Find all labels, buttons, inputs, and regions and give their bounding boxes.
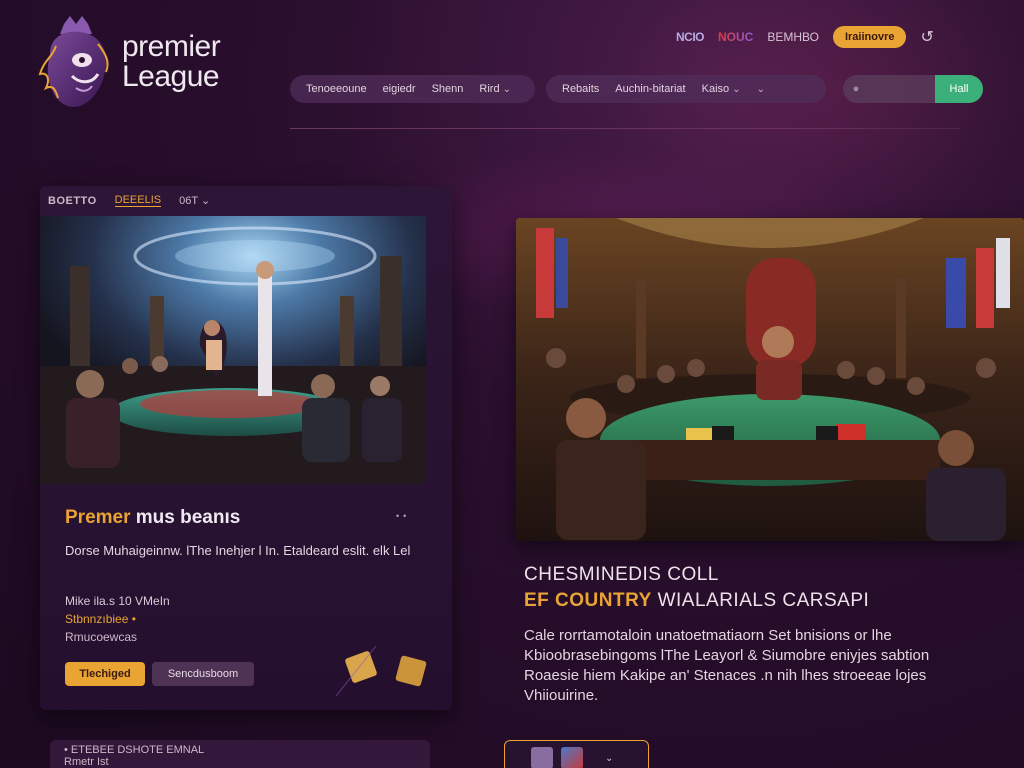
tab-3-label: 06T: [179, 195, 198, 207]
lion-icon: [38, 16, 109, 107]
hero-image[interactable]: [516, 218, 1024, 541]
nav-item-2[interactable]: eigiedr: [383, 83, 416, 95]
cta-button[interactable]: Iraiinovre: [832, 26, 907, 48]
search-button[interactable]: Hall: [935, 75, 983, 103]
top-links: NCIO NOUC ВЕМНВО Iraiinovre ↺: [676, 26, 934, 48]
hero-heading-line-1: CHESMINEDIS COLL: [524, 564, 719, 585]
more-options-icon[interactable]: ••: [396, 511, 410, 521]
profile-icon[interactable]: ↺: [920, 27, 933, 47]
chevron-down-icon: ⌄: [200, 195, 211, 207]
poker-chips-icon: [336, 645, 427, 696]
featured-title-white: mus beanıs: [135, 507, 241, 528]
primary-button[interactable]: Tlechiged: [65, 662, 145, 686]
nav-item-5[interactable]: Rebaits: [562, 83, 599, 95]
card-tabs: BOETTO DEEELIS 06T ⌄: [48, 194, 210, 207]
hero-description: Cale rorrtamotaloin unatoetmatiaorn Set …: [524, 627, 930, 704]
premier-league-logo[interactable]: premier League: [36, 12, 246, 112]
search-bar: ● Hall: [843, 75, 983, 103]
casino-hall-illustration: [516, 218, 1024, 541]
secondary-card-line-1: • ETEBEE DSHOTE EMNAL: [64, 744, 205, 756]
nav-item-7-label: Kaiso: [701, 83, 730, 95]
nav-item-1[interactable]: Tenoeeoune: [306, 83, 367, 95]
search-input[interactable]: [869, 75, 935, 103]
nav-group-1: Tenoeeoune eigiedr Shenn Rird ⌄: [290, 75, 535, 103]
featured-image[interactable]: [40, 216, 426, 484]
featured-title-gold: Premer: [65, 507, 131, 528]
hero-heading-gold: EF COUNTRY: [524, 590, 652, 611]
header-divider: [290, 128, 960, 129]
secondary-card[interactable]: • ETEBEE DSHOTE EMNAL Rmetr Ist: [50, 740, 430, 768]
nav-item-7[interactable]: Kaiso ⌄: [702, 83, 741, 95]
chevron-down-icon[interactable]: ⌄: [605, 753, 613, 764]
hero-heading: CHESMINEDIS COLL EF COUNTRY WIALARIALS C…: [524, 564, 1004, 612]
chevron-down-icon: ⌄: [732, 84, 741, 95]
partner-link-2[interactable]: NOUC: [718, 30, 753, 44]
meta-line-1: Mike ila.s 10 VMeIn: [65, 594, 170, 608]
featured-description: Dorse Muhaigeinnw. lThe Inehjer l In. Et…: [65, 543, 411, 558]
partner-link-3[interactable]: ВЕМНВО: [767, 30, 819, 44]
brand-line-1: premier: [122, 30, 221, 63]
nav-item-6[interactable]: Auchin-bitariat: [615, 83, 685, 95]
casino-scene-illustration: [40, 216, 426, 484]
bottom-selector[interactable]: ⌄: [504, 740, 649, 768]
chevron-down-icon[interactable]: ⌄: [757, 84, 765, 95]
featured-meta: Mike ila.s 10 VMeIn Stbnnzıbiee • Rmucoe…: [65, 592, 170, 646]
featured-title: Premer mus beanıs: [65, 507, 240, 529]
partner-link-1[interactable]: NCIO: [676, 30, 705, 44]
brand-line-2: League: [122, 60, 220, 93]
meta-line-2: Stbnnzıbiee •: [65, 612, 136, 626]
hero-heading-white: WIALARIALS CARSAPI: [657, 590, 870, 611]
search-icon: ●: [852, 83, 860, 95]
tab-logo[interactable]: BOETTO: [48, 195, 97, 207]
tab-active[interactable]: DEEELIS: [114, 194, 162, 207]
hero-heading-line-2: EF COUNTRY WIALARIALS CARSAPI: [524, 590, 1004, 612]
nav-item-3[interactable]: Shenn: [432, 83, 464, 95]
tab-3[interactable]: 06T ⌄: [179, 194, 210, 207]
featured-card[interactable]: BOETTO DEEELIS 06T ⌄ Premer mus beanıs •…: [40, 186, 452, 710]
meta-line-3: Rmucoewcas: [65, 630, 138, 644]
nav-item-4-label: Rird: [479, 83, 500, 95]
thumbnail-1[interactable]: [531, 747, 553, 768]
thumbnail-2[interactable]: [561, 747, 583, 768]
nav-item-4[interactable]: Rird ⌄: [479, 83, 511, 95]
secondary-button[interactable]: Sencdusboom: [152, 662, 254, 686]
nav-group-2: Rebaits Auchin-bitariat Kaiso ⌄ ⌄: [546, 75, 826, 103]
chevron-down-icon: ⌄: [502, 84, 512, 95]
secondary-card-line-2: Rmetr Ist: [64, 756, 109, 768]
